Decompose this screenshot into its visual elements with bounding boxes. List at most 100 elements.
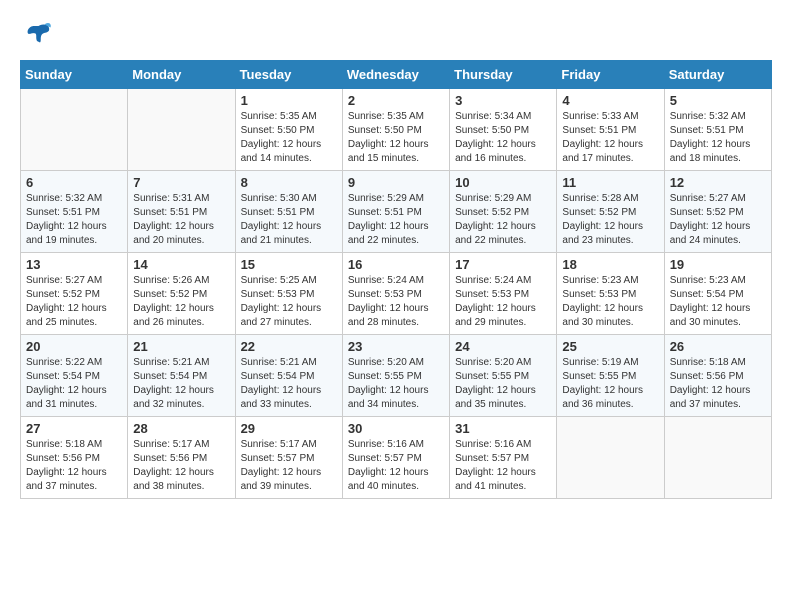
day-cell: 14 Sunrise: 5:26 AMSunset: 5:52 PMDaylig… xyxy=(128,253,235,335)
day-cell xyxy=(557,417,664,499)
week-row-5: 27 Sunrise: 5:18 AMSunset: 5:56 PMDaylig… xyxy=(21,417,772,499)
col-header-wednesday: Wednesday xyxy=(342,61,449,89)
day-number: 23 xyxy=(348,339,444,354)
day-cell xyxy=(128,89,235,171)
day-info: Sunrise: 5:16 AMSunset: 5:57 PMDaylight:… xyxy=(455,438,551,494)
day-number: 6 xyxy=(26,175,122,190)
logo xyxy=(20,20,52,50)
day-info: Sunrise: 5:17 AMSunset: 5:56 PMDaylight:… xyxy=(133,438,229,494)
day-number: 24 xyxy=(455,339,551,354)
day-info: Sunrise: 5:23 AMSunset: 5:54 PMDaylight:… xyxy=(670,274,766,330)
day-number: 16 xyxy=(348,257,444,272)
day-cell: 23 Sunrise: 5:20 AMSunset: 5:55 PMDaylig… xyxy=(342,335,449,417)
day-info: Sunrise: 5:32 AMSunset: 5:51 PMDaylight:… xyxy=(26,192,122,248)
day-number: 5 xyxy=(670,93,766,108)
day-info: Sunrise: 5:20 AMSunset: 5:55 PMDaylight:… xyxy=(348,356,444,412)
day-cell: 30 Sunrise: 5:16 AMSunset: 5:57 PMDaylig… xyxy=(342,417,449,499)
day-number: 3 xyxy=(455,93,551,108)
day-number: 19 xyxy=(670,257,766,272)
day-info: Sunrise: 5:27 AMSunset: 5:52 PMDaylight:… xyxy=(670,192,766,248)
day-number: 25 xyxy=(562,339,658,354)
day-number: 27 xyxy=(26,421,122,436)
header-row: SundayMondayTuesdayWednesdayThursdayFrid… xyxy=(21,61,772,89)
day-cell: 26 Sunrise: 5:18 AMSunset: 5:56 PMDaylig… xyxy=(664,335,771,417)
day-cell: 24 Sunrise: 5:20 AMSunset: 5:55 PMDaylig… xyxy=(450,335,557,417)
day-info: Sunrise: 5:21 AMSunset: 5:54 PMDaylight:… xyxy=(241,356,337,412)
day-cell: 12 Sunrise: 5:27 AMSunset: 5:52 PMDaylig… xyxy=(664,171,771,253)
day-info: Sunrise: 5:23 AMSunset: 5:53 PMDaylight:… xyxy=(562,274,658,330)
col-header-thursday: Thursday xyxy=(450,61,557,89)
day-number: 7 xyxy=(133,175,229,190)
day-number: 30 xyxy=(348,421,444,436)
day-info: Sunrise: 5:27 AMSunset: 5:52 PMDaylight:… xyxy=(26,274,122,330)
day-info: Sunrise: 5:30 AMSunset: 5:51 PMDaylight:… xyxy=(241,192,337,248)
day-cell: 17 Sunrise: 5:24 AMSunset: 5:53 PMDaylig… xyxy=(450,253,557,335)
day-number: 12 xyxy=(670,175,766,190)
day-cell: 28 Sunrise: 5:17 AMSunset: 5:56 PMDaylig… xyxy=(128,417,235,499)
col-header-tuesday: Tuesday xyxy=(235,61,342,89)
day-number: 14 xyxy=(133,257,229,272)
day-info: Sunrise: 5:24 AMSunset: 5:53 PMDaylight:… xyxy=(455,274,551,330)
week-row-2: 6 Sunrise: 5:32 AMSunset: 5:51 PMDayligh… xyxy=(21,171,772,253)
week-row-4: 20 Sunrise: 5:22 AMSunset: 5:54 PMDaylig… xyxy=(21,335,772,417)
col-header-friday: Friday xyxy=(557,61,664,89)
day-cell xyxy=(21,89,128,171)
day-cell: 7 Sunrise: 5:31 AMSunset: 5:51 PMDayligh… xyxy=(128,171,235,253)
day-number: 18 xyxy=(562,257,658,272)
day-number: 29 xyxy=(241,421,337,436)
day-info: Sunrise: 5:33 AMSunset: 5:51 PMDaylight:… xyxy=(562,110,658,166)
day-cell xyxy=(664,417,771,499)
day-info: Sunrise: 5:35 AMSunset: 5:50 PMDaylight:… xyxy=(241,110,337,166)
week-row-3: 13 Sunrise: 5:27 AMSunset: 5:52 PMDaylig… xyxy=(21,253,772,335)
logo-bird-icon xyxy=(22,20,52,50)
day-info: Sunrise: 5:32 AMSunset: 5:51 PMDaylight:… xyxy=(670,110,766,166)
day-number: 9 xyxy=(348,175,444,190)
day-cell: 22 Sunrise: 5:21 AMSunset: 5:54 PMDaylig… xyxy=(235,335,342,417)
day-info: Sunrise: 5:34 AMSunset: 5:50 PMDaylight:… xyxy=(455,110,551,166)
day-number: 2 xyxy=(348,93,444,108)
calendar-table: SundayMondayTuesdayWednesdayThursdayFrid… xyxy=(20,60,772,499)
day-number: 22 xyxy=(241,339,337,354)
day-info: Sunrise: 5:28 AMSunset: 5:52 PMDaylight:… xyxy=(562,192,658,248)
day-cell: 15 Sunrise: 5:25 AMSunset: 5:53 PMDaylig… xyxy=(235,253,342,335)
day-info: Sunrise: 5:19 AMSunset: 5:55 PMDaylight:… xyxy=(562,356,658,412)
day-cell: 29 Sunrise: 5:17 AMSunset: 5:57 PMDaylig… xyxy=(235,417,342,499)
day-number: 21 xyxy=(133,339,229,354)
col-header-saturday: Saturday xyxy=(664,61,771,89)
col-header-sunday: Sunday xyxy=(21,61,128,89)
day-cell: 10 Sunrise: 5:29 AMSunset: 5:52 PMDaylig… xyxy=(450,171,557,253)
day-cell: 18 Sunrise: 5:23 AMSunset: 5:53 PMDaylig… xyxy=(557,253,664,335)
col-header-monday: Monday xyxy=(128,61,235,89)
day-number: 17 xyxy=(455,257,551,272)
day-number: 15 xyxy=(241,257,337,272)
day-info: Sunrise: 5:31 AMSunset: 5:51 PMDaylight:… xyxy=(133,192,229,248)
day-info: Sunrise: 5:26 AMSunset: 5:52 PMDaylight:… xyxy=(133,274,229,330)
day-number: 31 xyxy=(455,421,551,436)
day-info: Sunrise: 5:17 AMSunset: 5:57 PMDaylight:… xyxy=(241,438,337,494)
day-info: Sunrise: 5:21 AMSunset: 5:54 PMDaylight:… xyxy=(133,356,229,412)
day-info: Sunrise: 5:18 AMSunset: 5:56 PMDaylight:… xyxy=(26,438,122,494)
day-number: 10 xyxy=(455,175,551,190)
day-cell: 8 Sunrise: 5:30 AMSunset: 5:51 PMDayligh… xyxy=(235,171,342,253)
day-number: 26 xyxy=(670,339,766,354)
day-info: Sunrise: 5:24 AMSunset: 5:53 PMDaylight:… xyxy=(348,274,444,330)
day-cell: 27 Sunrise: 5:18 AMSunset: 5:56 PMDaylig… xyxy=(21,417,128,499)
day-info: Sunrise: 5:29 AMSunset: 5:52 PMDaylight:… xyxy=(455,192,551,248)
day-info: Sunrise: 5:35 AMSunset: 5:50 PMDaylight:… xyxy=(348,110,444,166)
day-info: Sunrise: 5:22 AMSunset: 5:54 PMDaylight:… xyxy=(26,356,122,412)
week-row-1: 1 Sunrise: 5:35 AMSunset: 5:50 PMDayligh… xyxy=(21,89,772,171)
day-info: Sunrise: 5:18 AMSunset: 5:56 PMDaylight:… xyxy=(670,356,766,412)
day-number: 8 xyxy=(241,175,337,190)
day-cell: 9 Sunrise: 5:29 AMSunset: 5:51 PMDayligh… xyxy=(342,171,449,253)
day-number: 28 xyxy=(133,421,229,436)
day-number: 4 xyxy=(562,93,658,108)
day-cell: 6 Sunrise: 5:32 AMSunset: 5:51 PMDayligh… xyxy=(21,171,128,253)
day-cell: 1 Sunrise: 5:35 AMSunset: 5:50 PMDayligh… xyxy=(235,89,342,171)
day-cell: 21 Sunrise: 5:21 AMSunset: 5:54 PMDaylig… xyxy=(128,335,235,417)
day-info: Sunrise: 5:16 AMSunset: 5:57 PMDaylight:… xyxy=(348,438,444,494)
day-info: Sunrise: 5:20 AMSunset: 5:55 PMDaylight:… xyxy=(455,356,551,412)
day-cell: 4 Sunrise: 5:33 AMSunset: 5:51 PMDayligh… xyxy=(557,89,664,171)
day-cell: 2 Sunrise: 5:35 AMSunset: 5:50 PMDayligh… xyxy=(342,89,449,171)
day-number: 1 xyxy=(241,93,337,108)
day-cell: 13 Sunrise: 5:27 AMSunset: 5:52 PMDaylig… xyxy=(21,253,128,335)
